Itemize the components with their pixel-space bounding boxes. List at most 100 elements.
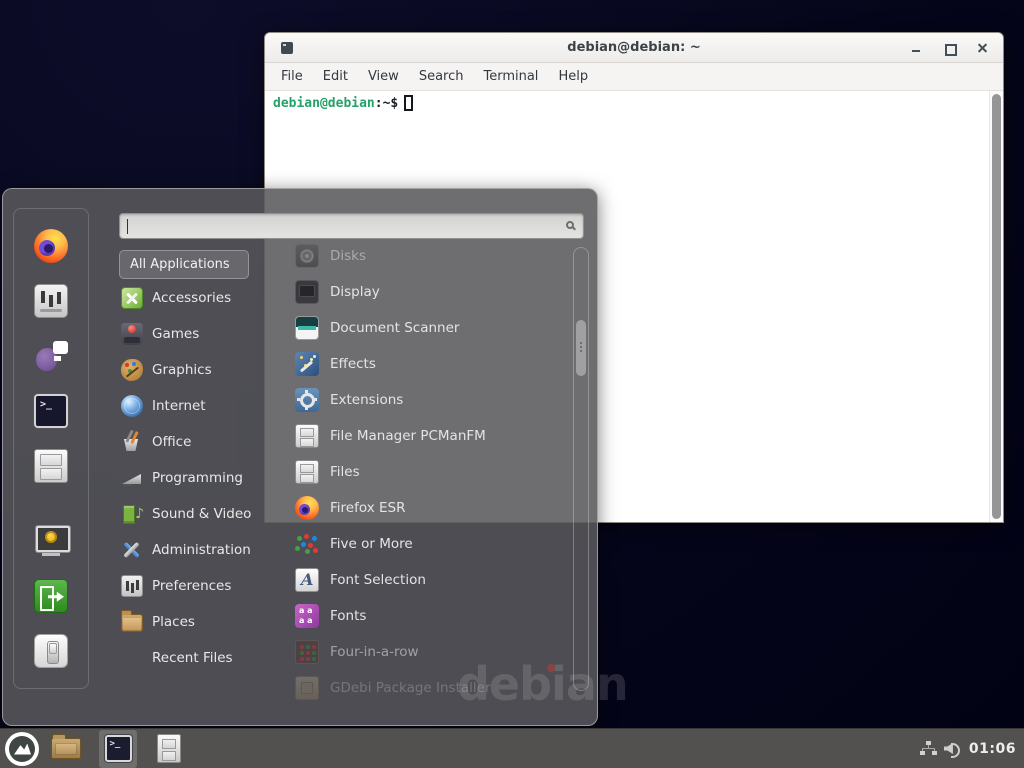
app-label: Files xyxy=(330,464,360,480)
search-icon xyxy=(566,221,574,229)
graphics-icon xyxy=(121,359,143,381)
taskbar-file-manager-button[interactable] xyxy=(43,730,89,768)
file-cabinet-icon xyxy=(295,460,319,484)
taskbar-files-button[interactable] xyxy=(137,730,181,768)
favorites-column xyxy=(13,208,89,689)
display-icon xyxy=(295,280,319,304)
terminal-menu-view[interactable]: View xyxy=(358,63,409,91)
gdebi-icon xyxy=(295,676,319,700)
close-button[interactable] xyxy=(971,37,993,59)
app-item-document-scanner[interactable]: Document Scanner xyxy=(289,310,575,346)
app-item-file-manager-pcmanfm[interactable]: File Manager PCManFM xyxy=(289,418,575,454)
category-internet[interactable]: Internet xyxy=(117,388,273,424)
app-item-disks[interactable]: Disks xyxy=(289,238,575,274)
app-item-fonts[interactable]: Fonts xyxy=(289,598,575,634)
five-or-more-icon xyxy=(295,532,319,556)
terminal-menu-help[interactable]: Help xyxy=(548,63,598,91)
app-item-firefox-esr[interactable]: Firefox ESR xyxy=(289,490,575,526)
internet-icon xyxy=(121,395,143,417)
category-administration[interactable]: Administration xyxy=(117,532,273,568)
games-icon xyxy=(121,323,143,345)
category-accessories[interactable]: Accessories xyxy=(117,280,273,316)
categories-column: All Applications Accessories Games Graphics… xyxy=(117,249,273,676)
favorite-firefox-button[interactable] xyxy=(31,229,71,264)
prompt-suffix: :~$ xyxy=(375,96,398,111)
category-label: Recent Files xyxy=(152,650,233,666)
category-label: Games xyxy=(152,326,199,342)
favorite-lock-screen-button[interactable] xyxy=(31,523,71,558)
terminal-app-icon xyxy=(281,42,293,54)
network-icon[interactable] xyxy=(920,741,937,756)
favorite-shut-down-button[interactable] xyxy=(31,633,71,668)
desktop[interactable]: { "terminal": { "title": "debian@debian:… xyxy=(0,0,1024,768)
taskbar-clock[interactable]: 01:06 xyxy=(969,741,1016,757)
favorite-terminal-button[interactable] xyxy=(31,394,71,429)
effects-icon xyxy=(295,352,319,376)
favorite-log-out-button[interactable] xyxy=(31,578,71,613)
app-label: Fonts xyxy=(330,608,366,624)
category-all-applications[interactable]: All Applications xyxy=(119,250,249,279)
app-label: Display xyxy=(330,284,380,300)
debian-watermark: debian xyxy=(457,657,628,711)
maximize-button[interactable] xyxy=(938,37,960,59)
search-box xyxy=(119,213,584,239)
programming-icon xyxy=(121,467,143,489)
firefox-icon xyxy=(295,496,319,520)
terminal-menu-terminal[interactable]: Terminal xyxy=(473,63,548,91)
app-list-scrollbar xyxy=(573,247,589,691)
font-selection-icon xyxy=(295,568,319,592)
app-list-scrollbar-thumb[interactable] xyxy=(576,320,586,376)
favorite-control-panel-button[interactable] xyxy=(31,284,71,319)
application-menu: All Applications Accessories Games Graphics… xyxy=(2,188,598,726)
category-sound-video[interactable]: Sound & Video xyxy=(117,496,273,532)
search-input[interactable] xyxy=(120,214,583,238)
favorite-file-cabinet-button[interactable] xyxy=(31,449,71,484)
category-preferences[interactable]: Preferences xyxy=(117,568,273,604)
minimize-button[interactable] xyxy=(905,37,927,59)
file-cabinet-icon xyxy=(34,449,68,483)
app-item-effects[interactable]: Effects xyxy=(289,346,575,382)
category-games[interactable]: Games xyxy=(117,316,273,352)
category-recent-files[interactable]: Recent Files xyxy=(117,640,273,676)
app-label: Firefox ESR xyxy=(330,500,405,516)
app-item-extensions[interactable]: Extensions xyxy=(289,382,575,418)
category-label: Preferences xyxy=(152,578,231,594)
volume-icon[interactable] xyxy=(944,741,961,756)
watermark-i-dot xyxy=(547,664,555,672)
app-item-five-or-more[interactable]: Five or More xyxy=(289,526,575,562)
category-office[interactable]: Office xyxy=(117,424,273,460)
terminal-menu-search[interactable]: Search xyxy=(409,63,474,91)
terminal-menu-file[interactable]: File xyxy=(271,63,313,91)
taskbar-menu-button[interactable] xyxy=(0,730,43,768)
terminal-scrollbar xyxy=(989,91,1003,522)
terminal-scrollbar-thumb[interactable] xyxy=(992,94,1001,519)
app-label: Document Scanner xyxy=(330,320,459,336)
firefox-icon xyxy=(34,229,68,263)
control-panel-icon xyxy=(34,284,68,318)
file-cabinet-icon xyxy=(295,424,319,448)
sound-video-icon xyxy=(121,503,143,525)
favorite-pidgin-button[interactable] xyxy=(31,339,71,374)
category-label: Graphics xyxy=(152,362,212,378)
menu-logo-icon xyxy=(5,732,39,766)
category-label: Office xyxy=(152,434,191,450)
category-label: Accessories xyxy=(152,290,231,306)
app-item-files[interactable]: Files xyxy=(289,454,575,490)
taskbar-terminal-button[interactable] xyxy=(99,730,137,768)
lock-screen-icon xyxy=(34,524,68,558)
office-icon xyxy=(121,431,143,453)
terminal-cursor xyxy=(404,95,413,111)
app-list: Disks Display Document Scanner Effects Exten… xyxy=(289,238,575,706)
category-graphics[interactable]: Graphics xyxy=(117,352,273,388)
app-label: Extensions xyxy=(330,392,403,408)
terminal-titlebar[interactable]: debian@debian: ~ xyxy=(265,33,1003,63)
category-places[interactable]: Places xyxy=(117,604,273,640)
log-out-icon xyxy=(34,579,68,613)
document-scanner-icon xyxy=(295,316,319,340)
app-item-font-selection[interactable]: Font Selection xyxy=(289,562,575,598)
app-item-display[interactable]: Display xyxy=(289,274,575,310)
category-programming[interactable]: Programming xyxy=(117,460,273,496)
app-label: Font Selection xyxy=(330,572,426,588)
category-label: All Applications xyxy=(130,257,230,272)
terminal-menu-edit[interactable]: Edit xyxy=(313,63,358,91)
